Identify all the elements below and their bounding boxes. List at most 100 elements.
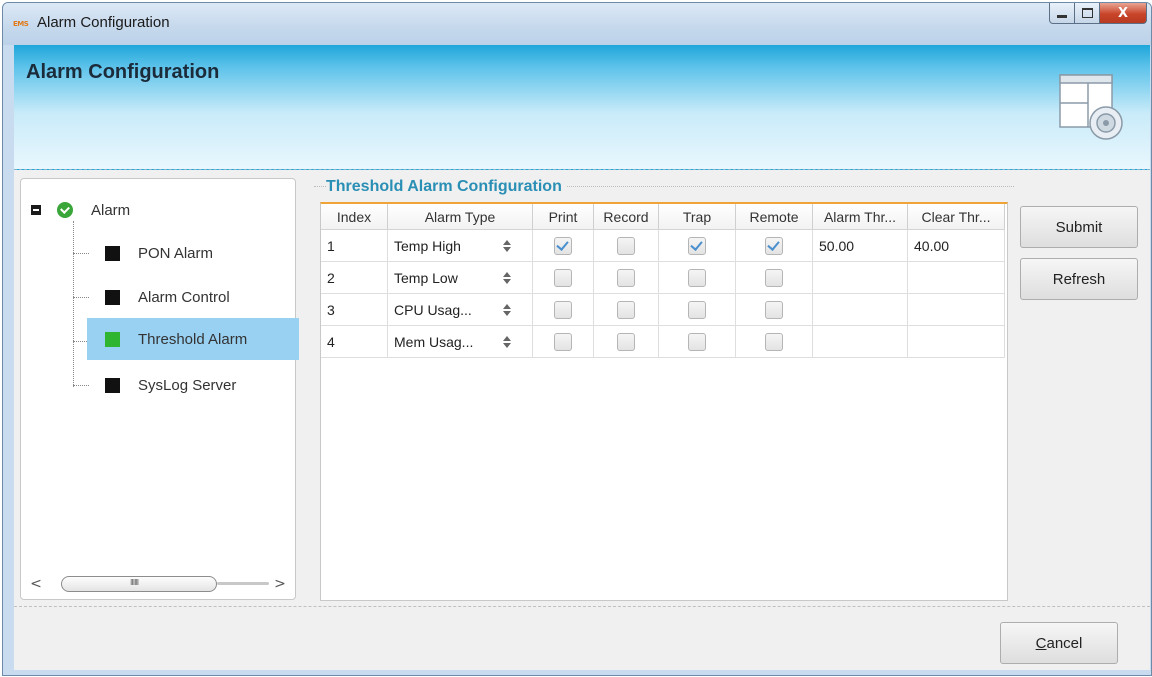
remote-checkbox[interactable] [765, 268, 783, 287]
tree-root-label: Alarm [91, 201, 131, 219]
minimize-button[interactable] [1049, 3, 1075, 24]
trap-checkbox[interactable] [688, 300, 706, 319]
cell-clear-threshold[interactable]: 40.00 [907, 229, 1005, 262]
tree-root-alarm[interactable]: Alarm [31, 199, 130, 221]
scrollbar-track[interactable] [217, 582, 269, 585]
tree-item-threshold-alarm[interactable]: Threshold Alarm [87, 318, 299, 360]
cell-alarm-type[interactable]: Temp High [387, 229, 533, 262]
column-header-trap[interactable]: Trap [658, 204, 736, 230]
spinner-icon[interactable] [502, 333, 512, 351]
column-header-clear-threshold[interactable]: Clear Thr... [907, 204, 1005, 230]
cell-remote [735, 261, 813, 294]
table-row[interactable]: 3 CPU Usag... [321, 293, 1005, 326]
window-controls: X [1049, 3, 1147, 25]
cell-clear-threshold[interactable] [907, 293, 1005, 326]
cell-index: 4 [321, 325, 388, 358]
record-checkbox[interactable] [617, 268, 635, 287]
record-checkbox[interactable] [617, 332, 635, 351]
print-checkbox[interactable] [554, 332, 572, 351]
cancel-label: ancel [1046, 634, 1083, 652]
column-header-remote[interactable]: Remote [735, 204, 813, 230]
table-header-row: Index Alarm Type Print Record Trap Remot… [321, 204, 1005, 230]
dialog-body: Alarm PON Alarm Alarm Control Threshold … [14, 170, 1150, 670]
window-title: Alarm Configuration [37, 14, 170, 31]
tree-item-pon-alarm[interactable]: PON Alarm [85, 232, 295, 274]
remote-checkbox[interactable] [765, 300, 783, 319]
maximize-icon [1081, 8, 1093, 18]
app-icon: EMS [13, 20, 29, 28]
cancel-mnemonic: C [1035, 634, 1047, 652]
column-header-record[interactable]: Record [593, 204, 659, 230]
column-header-alarm-threshold[interactable]: Alarm Thr... [812, 204, 908, 230]
column-header-alarm-type[interactable]: Alarm Type [387, 204, 533, 230]
scrollbar-thumb[interactable]: IIIIII [61, 576, 217, 592]
black-square-icon [105, 289, 120, 305]
table-row[interactable]: 2 Temp Low [321, 261, 1005, 294]
cell-trap [658, 229, 736, 262]
submit-button[interactable]: Submit [1020, 206, 1138, 248]
trap-checkbox[interactable] [688, 268, 706, 287]
collapse-icon[interactable] [31, 205, 41, 215]
tree-connector [73, 221, 75, 387]
trap-checkbox[interactable] [688, 332, 706, 351]
black-square-icon [105, 377, 120, 393]
close-icon: X [1117, 5, 1129, 21]
cell-alarm-type[interactable]: Mem Usag... [387, 325, 533, 358]
header-banner: Alarm Configuration [14, 45, 1150, 170]
title-bar[interactable]: EMS Alarm Configuration X [3, 3, 1151, 45]
table-row[interactable]: 1 Temp High 50.00 40.00 [321, 229, 1005, 262]
page-title: Alarm Configuration [26, 61, 220, 83]
cell-index: 1 [321, 229, 388, 262]
green-check-icon [57, 202, 73, 218]
alarm-type-value: Temp Low [394, 269, 458, 286]
cell-alarm-threshold[interactable]: 50.00 [812, 229, 908, 262]
tree-item-label: SysLog Server [138, 376, 237, 394]
group-title: Threshold Alarm Configuration [326, 178, 566, 196]
remote-checkbox[interactable] [765, 332, 783, 351]
horizontal-scrollbar[interactable]: < IIIIII > [29, 573, 291, 595]
cell-clear-threshold[interactable] [907, 261, 1005, 294]
navigation-tree: Alarm PON Alarm Alarm Control Threshold … [20, 178, 299, 600]
cell-alarm-type[interactable]: CPU Usag... [387, 293, 533, 326]
alarm-table: Index Alarm Type Print Record Trap Remot… [321, 204, 1005, 358]
record-checkbox[interactable] [617, 236, 635, 255]
cell-alarm-type[interactable]: Temp Low [387, 261, 533, 294]
alarm-type-value: CPU Usag... [394, 301, 472, 318]
threshold-table: Index Alarm Type Print Record Trap Remot… [320, 202, 1008, 601]
cell-index: 2 [321, 261, 388, 294]
remote-checkbox[interactable] [765, 236, 783, 255]
cell-alarm-threshold[interactable] [812, 325, 908, 358]
cell-remote [735, 325, 813, 358]
print-checkbox[interactable] [554, 236, 572, 255]
cell-record [593, 293, 659, 326]
table-row[interactable]: 4 Mem Usag... [321, 325, 1005, 358]
print-checkbox[interactable] [554, 268, 572, 287]
cell-print [532, 229, 594, 262]
config-dialog-icon [1059, 74, 1123, 140]
cell-alarm-threshold[interactable] [812, 261, 908, 294]
cell-trap [658, 325, 736, 358]
record-checkbox[interactable] [617, 300, 635, 319]
cell-remote [735, 229, 813, 262]
cancel-button[interactable]: Cancel [1000, 622, 1118, 664]
maximize-button[interactable] [1075, 3, 1100, 24]
close-button[interactable]: X [1100, 3, 1147, 24]
cell-record [593, 325, 659, 358]
column-header-index[interactable]: Index [321, 204, 388, 230]
cell-clear-threshold[interactable] [907, 325, 1005, 358]
spinner-icon[interactable] [502, 237, 512, 255]
cell-alarm-threshold[interactable] [812, 293, 908, 326]
cell-trap [658, 293, 736, 326]
spinner-icon[interactable] [502, 269, 512, 287]
cell-trap [658, 261, 736, 294]
trap-checkbox[interactable] [688, 236, 706, 255]
tree-item-alarm-control[interactable]: Alarm Control [85, 276, 295, 318]
scroll-left-icon[interactable]: < [29, 576, 43, 592]
tree-item-syslog-server[interactable]: SysLog Server [85, 364, 295, 406]
scroll-right-icon[interactable]: > [273, 576, 287, 592]
spinner-icon[interactable] [502, 301, 512, 319]
refresh-button[interactable]: Refresh [1020, 258, 1138, 300]
print-checkbox[interactable] [554, 300, 572, 319]
cell-print [532, 261, 594, 294]
column-header-print[interactable]: Print [532, 204, 594, 230]
